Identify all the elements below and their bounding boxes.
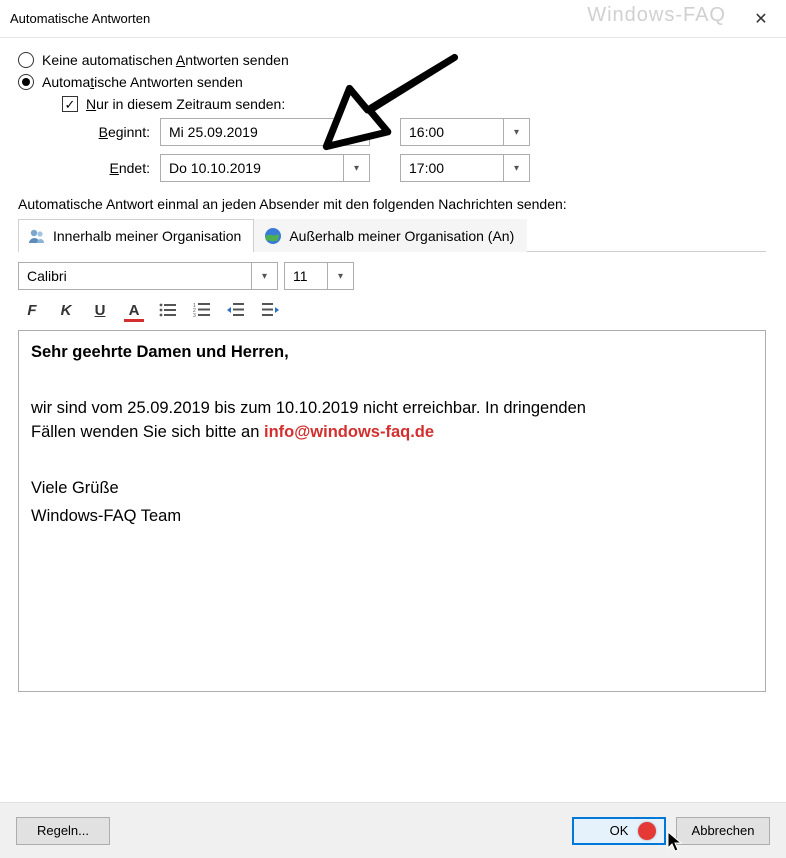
rules-button[interactable]: Regeln...	[16, 817, 110, 845]
msg-body-line2: Fällen wenden Sie sich bitte an	[31, 423, 264, 441]
radio-no-autoreply-label: Keine automatischen Antworten senden	[42, 52, 289, 68]
svg-text:3: 3	[193, 313, 196, 318]
dialog-content: Keine automatischen Antworten senden Aut…	[0, 38, 786, 692]
chevron-down-icon: ▾	[503, 119, 529, 145]
tabs: Innerhalb meiner Organisation Außerhalb …	[18, 218, 766, 252]
format-toolbar: F K U A 1 2 3	[18, 298, 766, 330]
radio-icon	[18, 74, 34, 90]
bullet-list-button[interactable]	[158, 300, 178, 320]
close-button[interactable]: ✕	[736, 0, 786, 38]
section-label: Automatische Antwort einmal an jeden Abs…	[18, 196, 766, 212]
outdent-button[interactable]	[226, 300, 246, 320]
begin-row: Beginnt: Mi 25.09.2019 ▾ 16:00 ▾	[88, 118, 766, 146]
begin-time-dropdown[interactable]: 16:00 ▾	[400, 118, 530, 146]
checkbox-timerange[interactable]: Nur in diesem Zeitraum senden:	[62, 96, 766, 112]
end-label: Endet:	[88, 160, 160, 176]
chevron-down-icon: ▾	[343, 119, 369, 145]
indent-button[interactable]	[260, 300, 280, 320]
dialog-footer: Regeln... OK Abbrechen	[0, 802, 786, 858]
people-icon	[27, 226, 47, 246]
msg-email: info@windows-faq.de	[264, 423, 434, 441]
tab-inside-label: Innerhalb meiner Organisation	[53, 228, 241, 244]
msg-signoff1: Viele Grüße	[31, 477, 753, 501]
globe-icon	[263, 226, 283, 246]
chevron-down-icon: ▾	[327, 263, 353, 289]
tab-outside-label: Außerhalb meiner Organisation (An)	[289, 228, 514, 244]
end-date-value: Do 10.10.2019	[169, 160, 261, 176]
titlebar: Automatische Antworten ✕	[0, 0, 786, 38]
font-family-dropdown[interactable]: Calibri ▾	[18, 262, 278, 290]
font-size-dropdown[interactable]: 11 ▾	[284, 262, 354, 290]
font-row: Calibri ▾ 11 ▾	[18, 262, 766, 290]
window-title: Automatische Antworten	[10, 11, 150, 26]
cancel-label: Abbrechen	[692, 823, 755, 838]
bold-button[interactable]: F	[22, 300, 42, 320]
checkbox-icon	[62, 96, 78, 112]
msg-signoff2: Windows-FAQ Team	[31, 505, 753, 529]
tab-outside-org[interactable]: Außerhalb meiner Organisation (An)	[254, 219, 527, 252]
chevron-down-icon: ▾	[343, 155, 369, 181]
font-family-value: Calibri	[27, 268, 67, 284]
radio-send-autoreply-label: Automatische Antworten senden	[42, 74, 243, 90]
begin-date-value: Mi 25.09.2019	[169, 124, 258, 140]
msg-body-line1: wir sind vom 25.09.2019 bis zum 10.10.20…	[31, 399, 586, 417]
message-editor[interactable]: Sehr geehrte Damen und Herren, wir sind …	[18, 330, 766, 692]
italic-button[interactable]: K	[56, 300, 76, 320]
begin-time-value: 16:00	[409, 124, 444, 140]
close-icon: ✕	[754, 9, 767, 29]
end-time-dropdown[interactable]: 17:00 ▾	[400, 154, 530, 182]
begin-label: Beginnt:	[88, 124, 160, 140]
cancel-button[interactable]: Abbrechen	[676, 817, 770, 845]
font-size-value: 11	[293, 268, 308, 284]
chevron-down-icon: ▾	[251, 263, 277, 289]
begin-date-dropdown[interactable]: Mi 25.09.2019 ▾	[160, 118, 370, 146]
ok-label: OK	[610, 823, 629, 838]
radio-no-autoreply[interactable]: Keine automatischen Antworten senden	[18, 52, 766, 68]
end-time-value: 17:00	[409, 160, 444, 176]
msg-greeting: Sehr geehrte Damen und Herren,	[31, 343, 289, 361]
numbered-list-button[interactable]: 1 2 3	[192, 300, 212, 320]
radio-send-autoreply[interactable]: Automatische Antworten senden	[18, 74, 766, 90]
end-date-dropdown[interactable]: Do 10.10.2019 ▾	[160, 154, 370, 182]
checkbox-timerange-label: Nur in diesem Zeitraum senden:	[86, 96, 285, 112]
font-color-button[interactable]: A	[124, 300, 144, 320]
chevron-down-icon: ▾	[503, 155, 529, 181]
ok-button[interactable]: OK	[572, 817, 666, 845]
timerange-grid: Beginnt: Mi 25.09.2019 ▾ 16:00 ▾ Endet: …	[88, 118, 766, 182]
end-row: Endet: Do 10.10.2019 ▾ 17:00 ▾	[88, 154, 766, 182]
radio-icon	[18, 52, 34, 68]
highlight-dot	[638, 822, 656, 840]
tab-inside-org[interactable]: Innerhalb meiner Organisation	[18, 219, 254, 252]
underline-button[interactable]: U	[90, 300, 110, 320]
